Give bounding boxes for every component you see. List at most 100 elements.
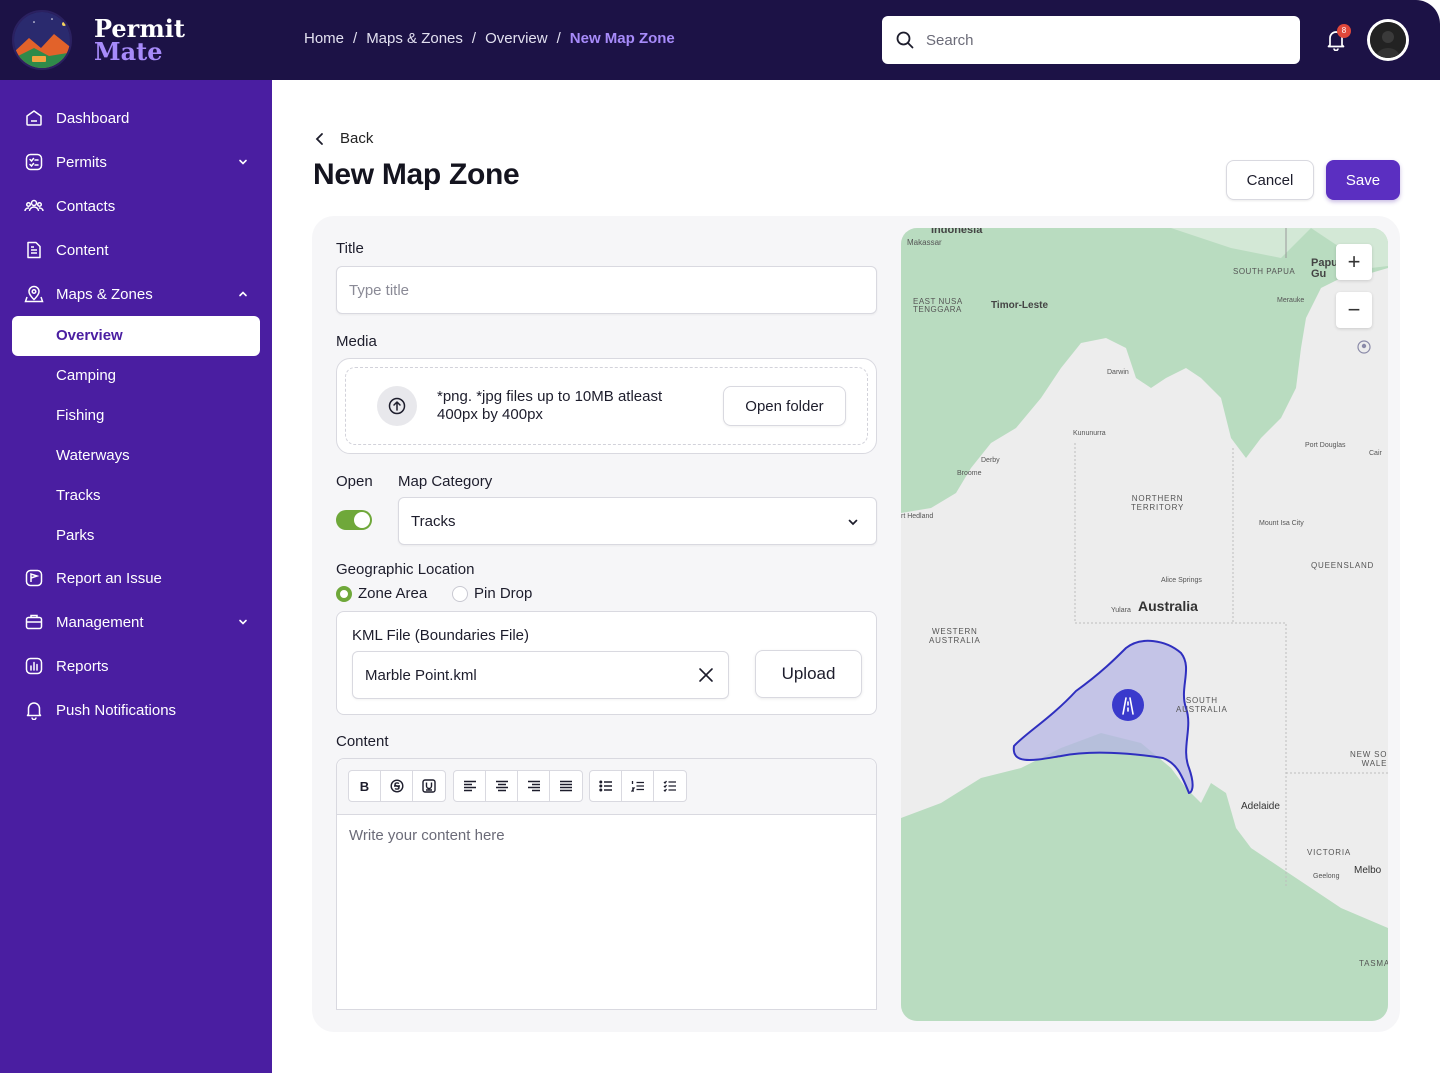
breadcrumb-separator: / bbox=[556, 30, 561, 47]
title-field[interactable] bbox=[336, 266, 877, 314]
map-label-alice-springs: Alice Springs bbox=[1161, 577, 1202, 584]
report-icon bbox=[25, 569, 43, 587]
sidebar-item-reports[interactable]: Reports bbox=[24, 652, 250, 680]
search-input[interactable] bbox=[926, 31, 1266, 49]
align-right-button[interactable] bbox=[518, 771, 550, 801]
checklist-button[interactable] bbox=[654, 771, 686, 801]
title-label: Title bbox=[336, 240, 364, 257]
align-right-icon bbox=[527, 780, 540, 792]
map-label-makassar: Makassar bbox=[907, 238, 942, 247]
sidebar-subitem-fishing[interactable]: Fishing bbox=[56, 407, 104, 424]
map-label-east-nusa: EAST NUSA TENGGARA bbox=[913, 297, 963, 314]
location-marker-icon[interactable] bbox=[1357, 340, 1371, 354]
title-input[interactable] bbox=[349, 281, 876, 299]
sidebar-item-report-issue[interactable]: Report an Issue bbox=[24, 564, 250, 592]
kml-file-panel: KML File (Boundaries File) Marble Point.… bbox=[336, 611, 877, 715]
document-icon bbox=[27, 241, 41, 259]
map-label-new-south-wales: NEW SO WALE bbox=[1350, 750, 1388, 768]
sidebar-subitem-camping[interactable]: Camping bbox=[56, 367, 116, 384]
align-left-button[interactable] bbox=[454, 771, 486, 801]
justify-button[interactable] bbox=[550, 771, 582, 801]
search-icon bbox=[896, 31, 914, 49]
open-folder-button[interactable]: Open folder bbox=[723, 386, 846, 426]
map-label-cairns: Cair bbox=[1369, 450, 1382, 457]
align-center-button[interactable] bbox=[486, 771, 518, 801]
map-canvas[interactable] bbox=[901, 228, 1388, 1021]
clear-icon[interactable] bbox=[698, 667, 714, 683]
breadcrumb-separator: / bbox=[471, 30, 477, 47]
save-button[interactable]: Save bbox=[1326, 160, 1400, 200]
map-label-mount-isa: Mount Isa City bbox=[1259, 520, 1304, 527]
sidebar-item-dashboard[interactable]: Dashboard bbox=[24, 104, 250, 132]
numbered-list-button[interactable] bbox=[622, 771, 654, 801]
content-placeholder[interactable]: Write your content here bbox=[349, 827, 505, 844]
breadcrumb-current: New Map Zone bbox=[569, 30, 675, 47]
zoom-out-button[interactable]: − bbox=[1336, 292, 1372, 328]
map-category-label: Map Category bbox=[398, 473, 493, 490]
open-label: Open bbox=[336, 473, 373, 490]
map-label-geelong: Geelong bbox=[1313, 873, 1340, 880]
breadcrumb-separator: / bbox=[353, 30, 358, 47]
search-bar[interactable] bbox=[882, 16, 1300, 64]
brand-logo[interactable]: Permit Mate bbox=[12, 10, 185, 70]
kml-label: KML File (Boundaries File) bbox=[352, 627, 530, 644]
map-label-adelaide: Adelaide bbox=[1241, 801, 1280, 812]
map-label-port-hedland: rt Hedland bbox=[901, 513, 934, 520]
media-hint: *png. *jpg files up to 10MB atleast 400p… bbox=[437, 388, 663, 423]
map-label-timor-leste: Timor-Leste bbox=[991, 300, 1049, 311]
sidebar-item-content[interactable]: Content bbox=[24, 236, 250, 264]
map-view[interactable]: Indonesia Makassar SOUTH PAPUA Papu Gu M… bbox=[901, 228, 1388, 1021]
map-label-papua: Papu Gu bbox=[1311, 257, 1338, 280]
sidebar-item-maps-zones[interactable]: Maps & Zones bbox=[24, 280, 250, 308]
sidebar-subitem-waterways[interactable]: Waterways bbox=[56, 447, 130, 464]
breadcrumb-home[interactable]: Home bbox=[304, 30, 344, 47]
sidebar-subitem-tracks[interactable]: Tracks bbox=[56, 487, 100, 504]
bullet-list-button[interactable] bbox=[590, 771, 622, 801]
map-label-australia: Australia bbox=[1138, 598, 1198, 614]
chevron-up-icon[interactable] bbox=[236, 287, 250, 301]
sidebar-item-contacts[interactable]: Contacts bbox=[24, 192, 250, 220]
map-label-darwin: Darwin bbox=[1107, 369, 1129, 376]
zone-area-radio[interactable]: Zone Area bbox=[336, 585, 427, 602]
zone-area-label: Zone Area bbox=[358, 585, 428, 602]
sidebar-subitem-overview[interactable]: Overview bbox=[12, 316, 260, 356]
bold-button[interactable]: B bbox=[349, 771, 381, 801]
user-avatar[interactable] bbox=[1367, 19, 1409, 61]
sidebar-item-push-notifications[interactable]: Push Notifications bbox=[24, 696, 250, 724]
open-toggle[interactable] bbox=[336, 510, 372, 530]
map-label-northern-territory: NORTHERN TERRITORY bbox=[1131, 494, 1185, 512]
sidebar-subitem-parks[interactable]: Parks bbox=[56, 527, 94, 544]
map-label-derby: Derby bbox=[981, 457, 1000, 464]
breadcrumb-maps-zones[interactable]: Maps & Zones bbox=[366, 30, 463, 47]
numbered-list-icon bbox=[630, 781, 644, 792]
back-link[interactable]: Back bbox=[314, 130, 373, 147]
chevron-down-icon[interactable] bbox=[236, 615, 250, 629]
media-dropzone[interactable]: *png. *jpg files up to 10MB atleast 400p… bbox=[336, 358, 877, 454]
sidebar-item-management[interactable]: Management bbox=[24, 608, 250, 636]
chevron-down-icon[interactable] bbox=[236, 155, 250, 169]
map-category-select[interactable]: Tracks bbox=[398, 497, 877, 545]
map-label-queensland: QUEENSLAND bbox=[1311, 561, 1375, 570]
briefcase-icon bbox=[25, 614, 43, 630]
justify-icon bbox=[560, 780, 572, 792]
map-label-merauke: Merauke bbox=[1277, 297, 1305, 304]
editor-toolbar: B bbox=[337, 759, 876, 815]
page-title: New Map Zone bbox=[313, 158, 520, 191]
zoom-in-button[interactable]: + bbox=[1336, 244, 1372, 280]
map-label-south-papua: SOUTH PAPUA bbox=[1233, 267, 1296, 276]
upload-button[interactable]: Upload bbox=[755, 650, 862, 698]
strikethrough-button[interactable] bbox=[381, 771, 413, 801]
kml-file-field[interactable]: Marble Point.kml bbox=[352, 651, 729, 699]
breadcrumb-overview[interactable]: Overview bbox=[485, 30, 548, 47]
pin-drop-label: Pin Drop bbox=[474, 585, 533, 602]
strikethrough-icon bbox=[389, 779, 404, 793]
underline-button[interactable] bbox=[413, 771, 445, 801]
map-pin-icon bbox=[24, 285, 44, 303]
sidebar-item-permits[interactable]: Permits bbox=[24, 148, 250, 176]
radio-unchecked-icon bbox=[452, 585, 468, 602]
cancel-button[interactable]: Cancel bbox=[1226, 160, 1314, 200]
map-label-melbourne: Melbo bbox=[1354, 865, 1382, 876]
pin-drop-radio[interactable]: Pin Drop bbox=[452, 585, 532, 602]
top-header: Permit Mate Home / Maps & Zones / Overvi… bbox=[0, 0, 1440, 80]
breadcrumb: Home / Maps & Zones / Overview / New Map… bbox=[304, 30, 675, 47]
